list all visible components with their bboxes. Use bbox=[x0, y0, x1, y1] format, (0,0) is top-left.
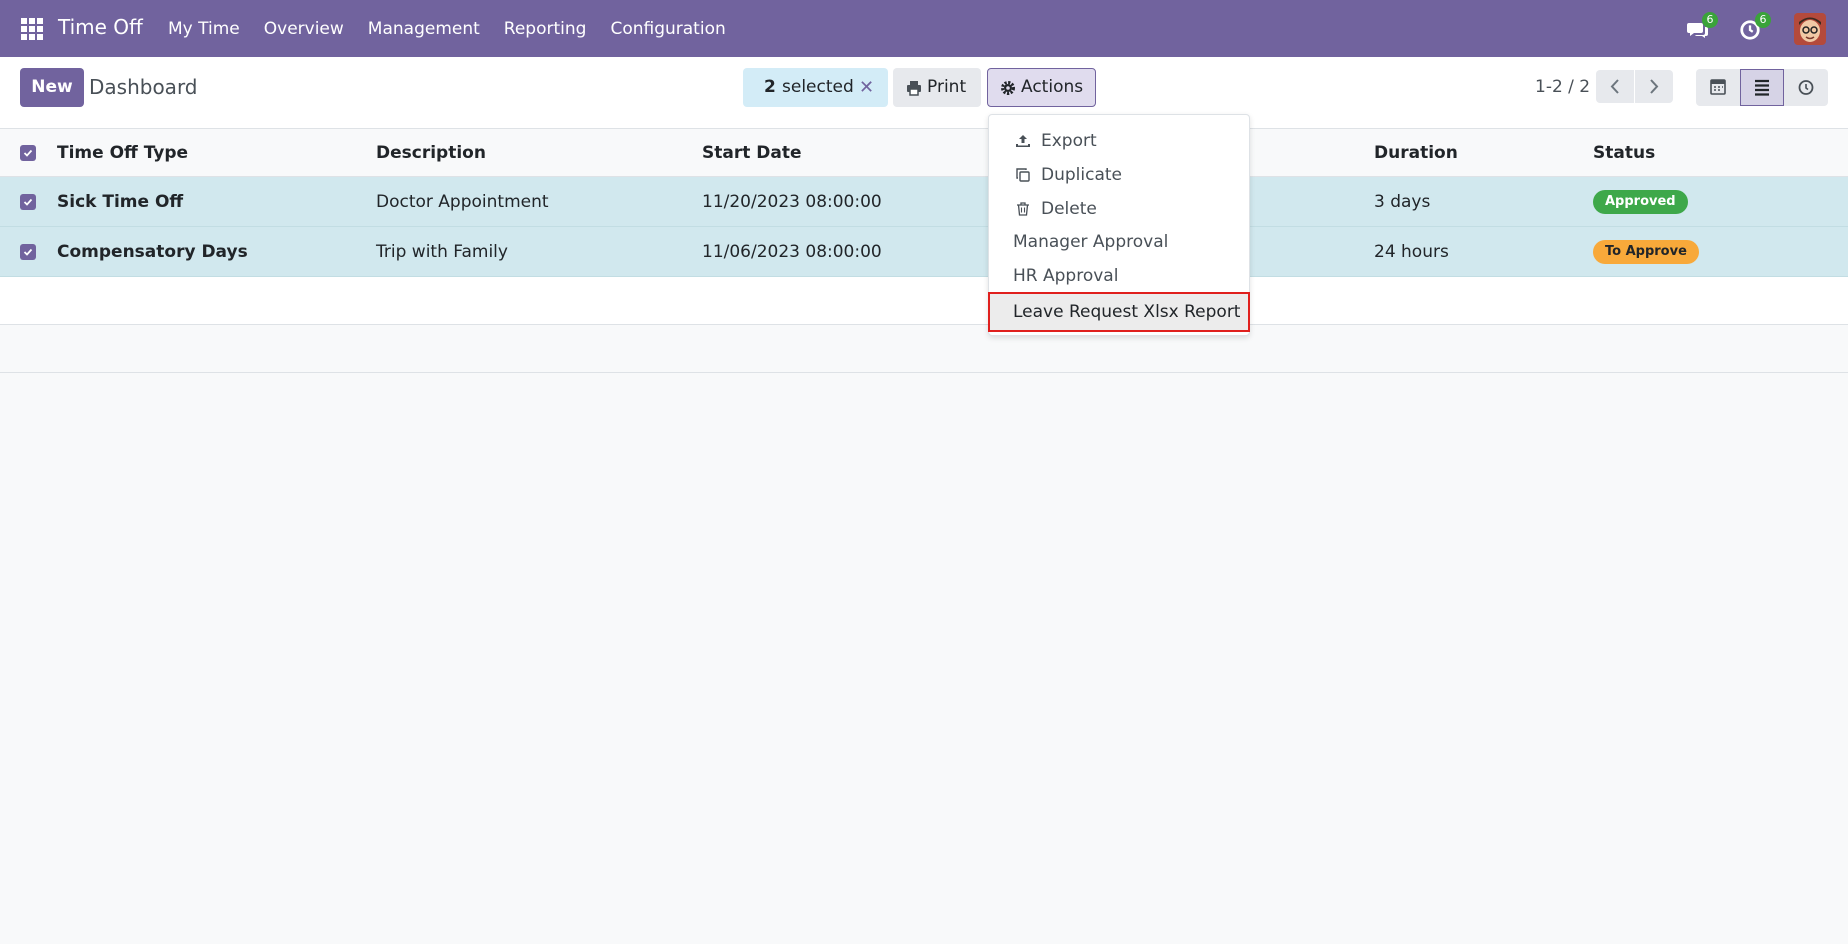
list-icon bbox=[1755, 79, 1769, 96]
action-duplicate-label: Duplicate bbox=[1041, 165, 1122, 185]
activities-button[interactable]: 6 bbox=[1739, 12, 1771, 42]
messages-button[interactable]: 6 bbox=[1686, 12, 1718, 42]
user-avatar[interactable] bbox=[1794, 13, 1826, 45]
calendar-view-button[interactable] bbox=[1696, 69, 1740, 106]
action-delete[interactable]: Delete bbox=[989, 193, 1249, 225]
upload-icon bbox=[1016, 135, 1030, 147]
table-row[interactable]: Sick Time Off Doctor Appointment 11/20/2… bbox=[0, 177, 1848, 227]
cell-status: Approved bbox=[1593, 177, 1688, 226]
activity-view-button[interactable] bbox=[1784, 69, 1828, 106]
column-time-off-type[interactable]: Time Off Type bbox=[57, 129, 188, 176]
pager-previous-button[interactable] bbox=[1596, 70, 1634, 103]
cell-duration: 3 days bbox=[1374, 191, 1431, 212]
selected-count: 2 bbox=[764, 77, 776, 97]
status-badge: To Approve bbox=[1593, 239, 1699, 264]
chevron-left-icon bbox=[1610, 79, 1619, 94]
action-export-label: Export bbox=[1041, 131, 1097, 151]
check-icon bbox=[23, 149, 33, 157]
print-label: Print bbox=[927, 77, 967, 97]
row-checkbox[interactable] bbox=[20, 243, 36, 260]
trash-icon bbox=[1017, 202, 1029, 216]
control-panel: New Dashboard 2 selected ✕ Print Actions… bbox=[0, 57, 1848, 129]
clock-icon bbox=[1798, 80, 1814, 95]
print-button[interactable]: Print bbox=[893, 68, 981, 107]
avatar-face-icon bbox=[1794, 13, 1826, 45]
check-icon bbox=[23, 248, 33, 256]
cell-start-date: 11/20/2023 08:00:00 bbox=[702, 191, 882, 212]
select-all-checkbox[interactable] bbox=[20, 144, 36, 161]
action-hr-approval-label: HR Approval bbox=[1013, 266, 1119, 286]
cell-status: To Approve bbox=[1593, 227, 1699, 276]
column-start-date[interactable]: Start Date bbox=[702, 129, 802, 176]
table-row[interactable]: Compensatory Days Trip with Family 11/06… bbox=[0, 227, 1848, 277]
cell-duration: 24 hours bbox=[1374, 241, 1449, 262]
cell-time-off-type: Compensatory Days bbox=[57, 241, 248, 262]
menu-my-time[interactable]: My Time bbox=[168, 19, 240, 39]
apps-grid-icon[interactable] bbox=[20, 17, 44, 41]
column-duration[interactable]: Duration bbox=[1374, 129, 1458, 176]
action-delete-label: Delete bbox=[1041, 199, 1097, 219]
check-icon bbox=[23, 198, 33, 206]
row-select-cell bbox=[20, 227, 36, 276]
empty-row bbox=[0, 277, 1848, 325]
select-all-cell bbox=[20, 129, 36, 176]
pager-next-button[interactable] bbox=[1635, 70, 1673, 103]
row-select-cell bbox=[20, 177, 36, 226]
messages-badge: 6 bbox=[1702, 12, 1718, 28]
status-badge: Approved bbox=[1593, 189, 1688, 214]
unselect-all-icon[interactable]: ✕ bbox=[859, 68, 874, 107]
action-export[interactable]: Export bbox=[989, 125, 1249, 157]
main-menu: My Time Overview Management Reporting Co… bbox=[168, 19, 750, 39]
action-manager-approval[interactable]: Manager Approval bbox=[989, 226, 1249, 258]
row-checkbox[interactable] bbox=[20, 193, 36, 210]
printer-icon bbox=[907, 81, 921, 96]
actions-button[interactable]: Actions bbox=[987, 68, 1096, 107]
action-leave-request-xlsx-report-label: Leave Request Xlsx Report bbox=[1013, 302, 1241, 322]
new-button[interactable]: New bbox=[20, 68, 84, 107]
cell-description: Trip with Family bbox=[376, 241, 508, 262]
action-duplicate[interactable]: Duplicate bbox=[989, 159, 1249, 191]
menu-reporting[interactable]: Reporting bbox=[504, 19, 587, 39]
menu-overview[interactable]: Overview bbox=[264, 19, 344, 39]
calendar-icon bbox=[1710, 79, 1726, 95]
column-status[interactable]: Status bbox=[1593, 129, 1655, 176]
top-navbar: Time Off My Time Overview Management Rep… bbox=[0, 0, 1848, 57]
empty-row bbox=[0, 325, 1848, 373]
actions-dropdown: Export Duplicate Delete Manager Approval… bbox=[988, 114, 1250, 336]
cell-description: Doctor Appointment bbox=[376, 191, 549, 212]
selection-indicator: 2 selected ✕ bbox=[743, 68, 888, 107]
list-view-button[interactable] bbox=[1740, 69, 1784, 106]
app-name[interactable]: Time Off bbox=[58, 15, 143, 39]
action-hr-approval[interactable]: HR Approval bbox=[989, 260, 1249, 292]
pager-value[interactable]: 1-2 / 2 bbox=[1535, 77, 1590, 97]
gear-icon bbox=[1001, 81, 1015, 95]
menu-management[interactable]: Management bbox=[368, 19, 480, 39]
actions-label: Actions bbox=[1021, 77, 1084, 97]
list-header: Time Off Type Description Start Date Dur… bbox=[0, 129, 1848, 177]
chevron-right-icon bbox=[1650, 79, 1659, 94]
action-leave-request-xlsx-report[interactable]: Leave Request Xlsx Report bbox=[988, 292, 1250, 332]
cell-start-date: 11/06/2023 08:00:00 bbox=[702, 241, 882, 262]
menu-configuration[interactable]: Configuration bbox=[610, 19, 725, 39]
selected-label: selected bbox=[782, 77, 854, 97]
copy-icon bbox=[1016, 168, 1030, 182]
cell-time-off-type: Sick Time Off bbox=[57, 191, 184, 212]
activities-badge: 6 bbox=[1755, 12, 1771, 28]
breadcrumb: Dashboard bbox=[89, 75, 198, 99]
action-manager-approval-label: Manager Approval bbox=[1013, 232, 1169, 252]
column-description[interactable]: Description bbox=[376, 129, 486, 176]
